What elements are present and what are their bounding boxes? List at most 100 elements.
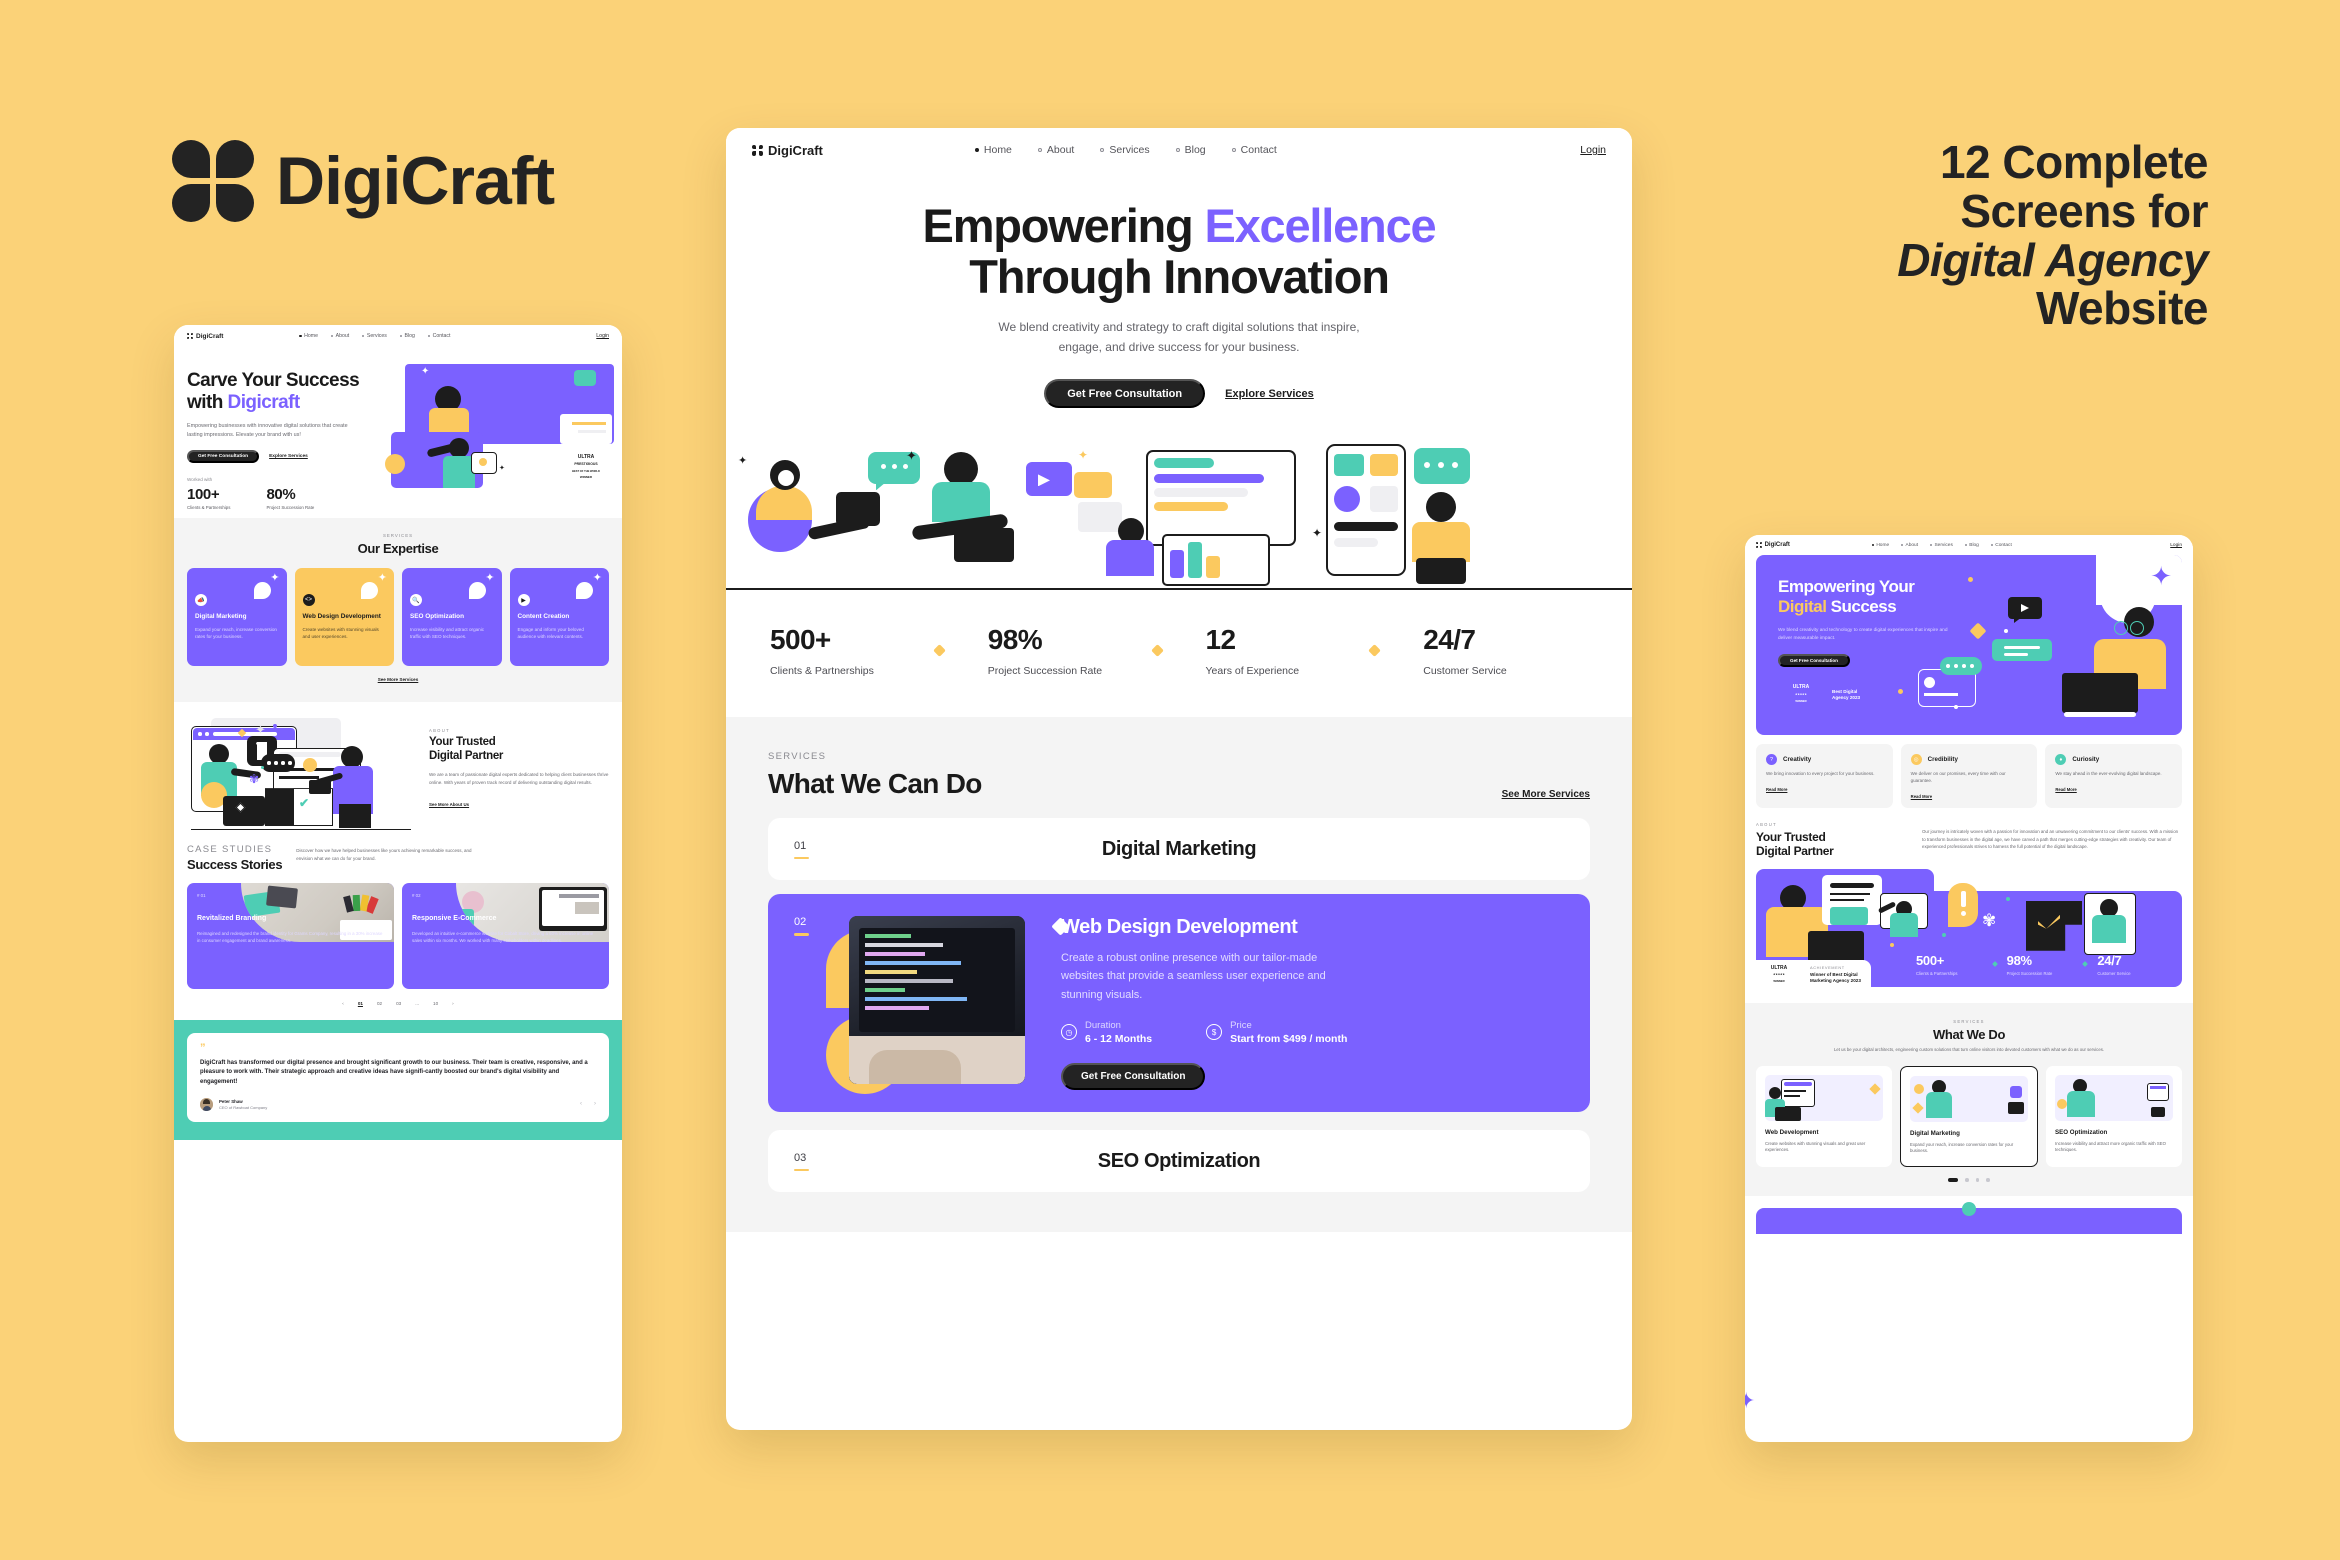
nav-item-blog[interactable]: Blog [399, 333, 415, 339]
hero-section: Carve Your Success with Digicraft Empowe… [174, 347, 622, 510]
service-card-thumb [1910, 1075, 2028, 1122]
bullet-icon [1231, 148, 1236, 152]
case-card-revitalized-branding[interactable]: # 01 Revitalized Branding Reimagined and… [187, 883, 394, 990]
see-more-about-us-link[interactable]: See More About Us [429, 802, 469, 807]
carousel-dot[interactable] [1986, 1177, 1990, 1182]
testimonial-role: CEO of Rawboat Company [219, 1104, 268, 1110]
explore-services-link[interactable]: Explore Services [269, 454, 308, 459]
login-link[interactable]: Login [1580, 144, 1606, 156]
carousel-dot[interactable] [1975, 1177, 1980, 1182]
login-link[interactable]: Login [596, 333, 609, 339]
decorative-bubble [576, 582, 593, 600]
award-name: ULTRA [1770, 964, 1788, 971]
testimonial-prev[interactable]: ‹ [580, 1101, 582, 1107]
service-card-thumb [2055, 1074, 2173, 1121]
nav-item-services[interactable]: Services [1930, 543, 1953, 548]
see-more-services-link[interactable]: See More Services [1502, 789, 1590, 800]
stat-item: 24/7 Customer Service [1379, 624, 1588, 677]
about-title: Your Trusted Digital Partner [1756, 830, 1906, 859]
bullet-icon [362, 334, 365, 338]
nav-item-home[interactable]: Home [974, 144, 1012, 156]
stat-value: 12 [1205, 624, 1237, 656]
carousel-dot-active[interactable] [1948, 1177, 1959, 1182]
service-card-web-development[interactable]: Web Development Create websites with stu… [1756, 1065, 1892, 1167]
case-card-desc: Developed an intuitive e-commerce websit… [412, 930, 594, 943]
carousel-dot[interactable] [1965, 1177, 1969, 1182]
nav-item-services[interactable]: Services [1100, 144, 1150, 156]
pagination-next[interactable]: › [452, 1001, 454, 1006]
stat-label: Clients & Partnerships [770, 665, 874, 678]
nav-item-contact[interactable]: Contact [1231, 144, 1277, 156]
pagination-page-1[interactable]: 01 [358, 1001, 363, 1006]
gear-icon: ✾ [249, 772, 260, 787]
stat-label: Project Succession Rate [2006, 970, 2053, 976]
get-free-consultation-button[interactable]: Get Free Consultation [187, 450, 260, 464]
explore-services-link[interactable]: Explore Services [1225, 388, 1314, 400]
services-section: SERVICES What We Can Do See More Service… [726, 717, 1632, 1233]
achievement-value: Winner of Best Digital Marketing Agency … [1810, 971, 1861, 984]
nav-item-home[interactable]: Home [1871, 543, 1889, 548]
navbar-logo[interactable]: DigiCraft [187, 333, 223, 340]
testimonial-next[interactable]: › [594, 1101, 596, 1107]
navbar-logo[interactable]: DigiCraft [752, 143, 823, 158]
value-card-curiosity[interactable]: ♦ Curiosity We stay ahead in the ever-ev… [2045, 744, 2183, 808]
nav-item-about[interactable]: About [1037, 144, 1074, 156]
stat-item: 80% Project Succession Rate [266, 486, 314, 510]
hero-title-plain: Empowering [922, 199, 1205, 252]
pagination-page-3[interactable]: 03 [396, 1001, 401, 1006]
value-card-credibility[interactable]: ◎ Credibility We deliver on our promises… [1900, 744, 2038, 808]
pagination-prev[interactable]: ‹ [342, 1001, 344, 1006]
nav-item-contact[interactable]: Contact [427, 333, 450, 339]
hero-title-line2-plain: Success [1826, 597, 1897, 617]
nav-item-about[interactable]: About [1901, 543, 1918, 548]
expertise-card-web-design-development[interactable]: ✦ <> Web Design Development Create websi… [294, 568, 394, 667]
navbar: DigiCraft Home About Services Blog Conta… [726, 128, 1632, 172]
nav-item-blog[interactable]: Blog [1964, 543, 1979, 548]
service-card-digital-marketing[interactable]: Digital Marketing Expand your reach, inc… [1900, 1065, 2038, 1167]
service-row-digital-marketing[interactable]: 01 Digital Marketing [768, 818, 1590, 881]
service-number: 02 [794, 916, 809, 1090]
navbar-logo[interactable]: DigiCraft [1756, 542, 1790, 548]
service-card-photo [849, 916, 1025, 1085]
get-free-consultation-button[interactable]: Get Free Consultation [1044, 379, 1206, 409]
nav-item-home[interactable]: Home [299, 333, 318, 339]
promo-line-4: Website [2035, 282, 2209, 335]
expertise-card-seo-optimization[interactable]: ✦ 🔍 SEO Optimization Increase visibility… [402, 568, 502, 667]
case-card-responsive-ecommerce[interactable]: # 02 Responsive E-Commerce Developed an … [402, 883, 609, 990]
get-free-consultation-button[interactable]: Get Free Consultation [1061, 1062, 1206, 1090]
login-link[interactable]: Login [2170, 543, 2182, 548]
hero-subtitle-line1: We blend creativity and strategy to craf… [998, 320, 1360, 335]
dollar-icon: $ [1206, 1024, 1223, 1041]
service-card-desc: Increase visibility and attract more org… [2055, 1140, 2166, 1153]
service-card-web-design-development[interactable]: 02 Web Design Development Create a robus… [768, 894, 1590, 1113]
about-section: T ✾ ✔ ✦ ABOUT Your Trusted Digital Partn… [174, 702, 622, 831]
hero-illustration: ✦ ✦ ✦ ✦ [726, 430, 1632, 591]
service-card-thumb [1765, 1074, 1883, 1121]
bullet-icon [330, 334, 334, 338]
nav-item-services[interactable]: Services [362, 333, 387, 339]
value-card-desc: We deliver on our promises, every time w… [1910, 771, 2006, 783]
pagination-page-2[interactable]: 02 [377, 1001, 382, 1006]
value-card-creativity[interactable]: ? Creativity We bring innovation to ever… [1756, 744, 1893, 808]
stat-item: 500+ Clients & Partnerships [770, 624, 935, 677]
meta-price: $ Price Start from $499 / month [1206, 1020, 1347, 1045]
about-stats-band: ✾ 500+ Clients & Partnerships 98% Project … [1756, 868, 2182, 987]
pagination-page-10[interactable]: 10 [433, 1001, 438, 1006]
nav-item-about[interactable]: About [330, 333, 349, 339]
services-section: SERVICES What We Do Let us be your digit… [1745, 1002, 2193, 1196]
testimonial-card: ” DigiCraft has transformed our digital … [187, 1033, 609, 1122]
expertise-card-digital-marketing[interactable]: ✦ 📣 Digital Marketing Expand your reach,… [187, 568, 287, 667]
stats-row: 500+ Clients & Partnerships 98% Project Su… [1916, 953, 2174, 976]
meta-label: Duration [1085, 1019, 1121, 1031]
see-more-services-link[interactable]: See More Services [378, 677, 419, 682]
read-more-link[interactable]: Read More [1911, 794, 1932, 799]
nav-item-blog[interactable]: Blog [1175, 144, 1206, 156]
service-card-seo-optimization[interactable]: SEO Optimization Increase visibility and… [2046, 1065, 2182, 1167]
expertise-card-content-creation[interactable]: ✦ ▶ Content Creation Engage and inform y… [509, 568, 609, 667]
get-free-consultation-button[interactable]: Get Free Consultation [1778, 654, 1850, 668]
read-more-link[interactable]: Read More [1766, 787, 1787, 792]
case-card-index: # 01 [197, 893, 206, 899]
nav-item-contact[interactable]: Contact [1990, 543, 2012, 548]
service-row-seo-optimization[interactable]: 03 SEO Optimization [768, 1130, 1590, 1193]
read-more-link[interactable]: Read More [2055, 787, 2076, 792]
